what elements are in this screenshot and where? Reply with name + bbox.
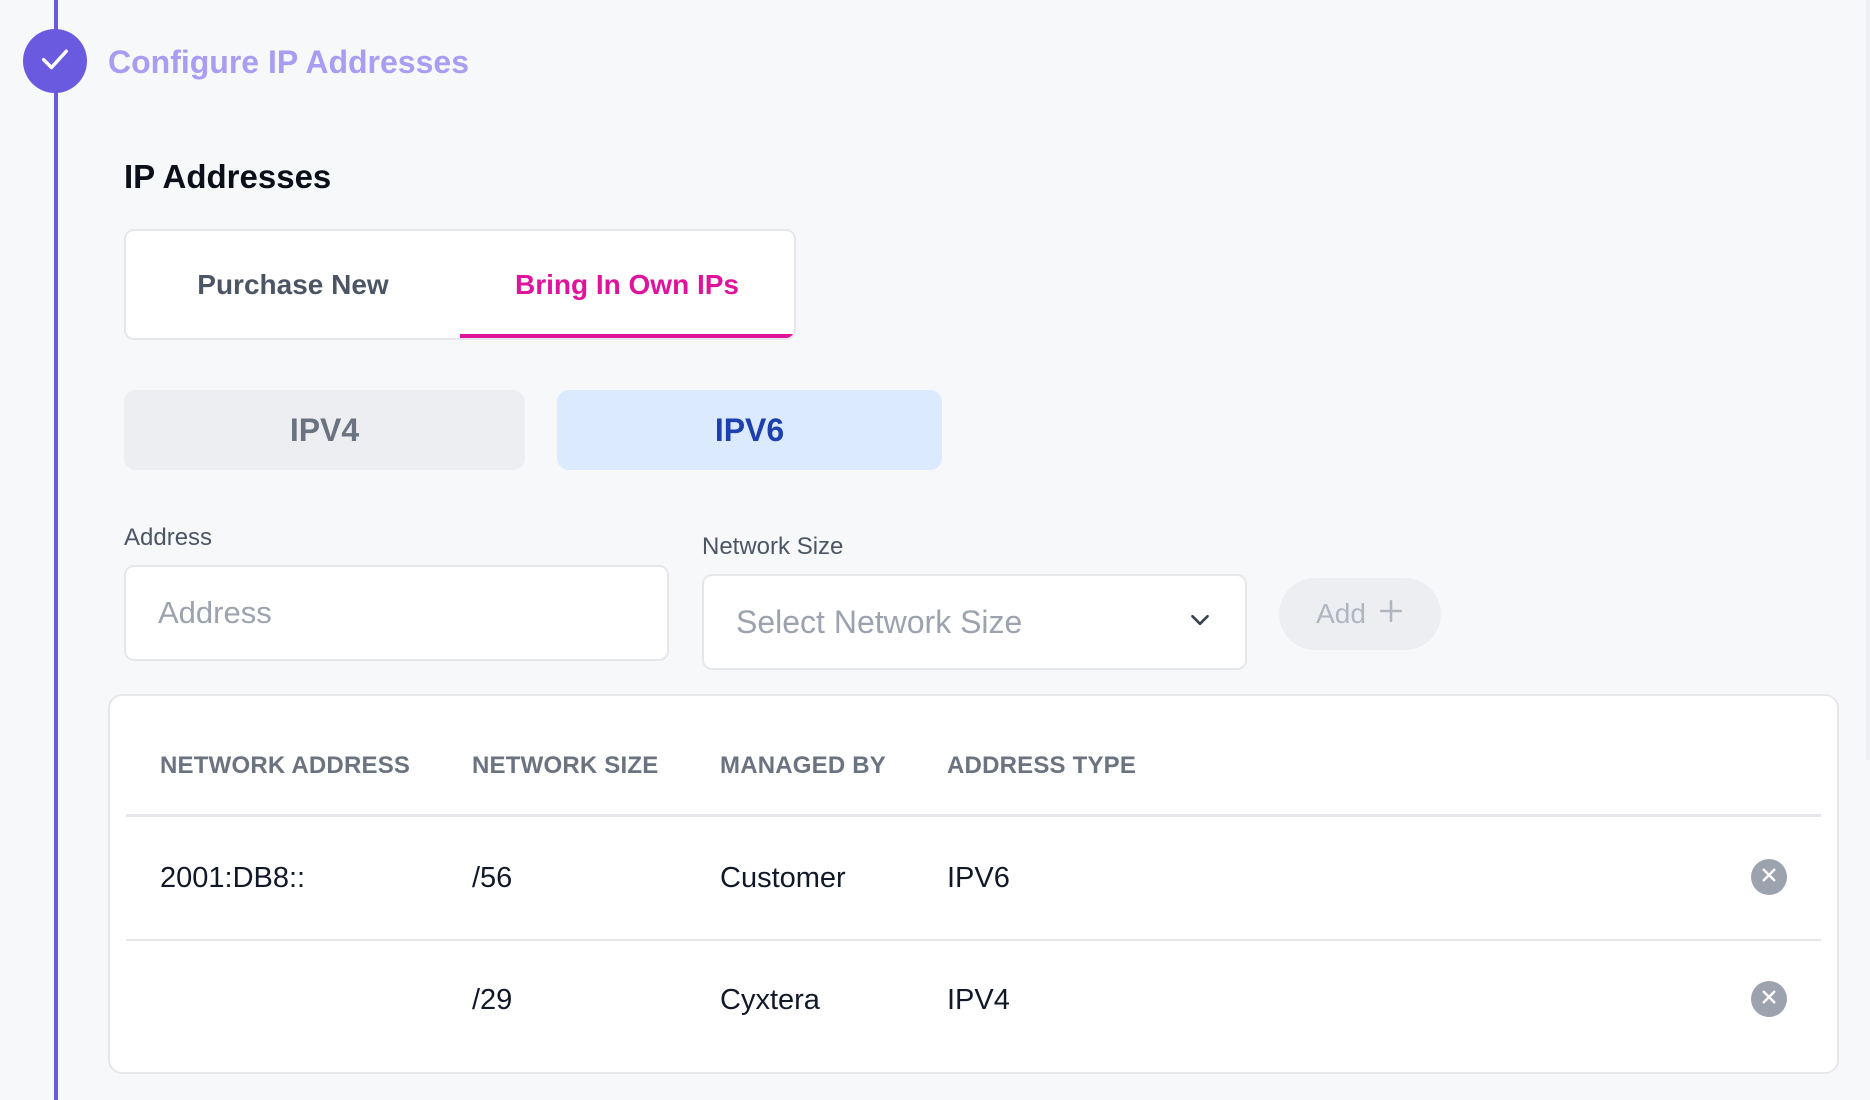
header-managed-by: MANAGED BY [720, 752, 887, 779]
cell-address-type: IPV6 [947, 861, 1010, 894]
chevron-down-icon [1187, 607, 1213, 638]
add-button-label: Add [1316, 598, 1366, 629]
tab-bring-in-own-ips[interactable]: Bring In Own IPs [460, 231, 794, 338]
network-size-select[interactable]: Select Network Size [702, 574, 1247, 670]
tab-purchase-new[interactable]: Purchase New [126, 231, 460, 338]
check-icon [38, 42, 72, 81]
close-icon [1760, 866, 1778, 889]
cell-managed-by: Customer [720, 861, 846, 894]
step-complete-indicator [23, 29, 87, 93]
ipv6-toggle-button[interactable]: IPV6 [557, 390, 942, 470]
network-size-placeholder: Select Network Size [736, 603, 1023, 640]
ipv4-toggle-button[interactable]: IPV4 [124, 390, 525, 470]
cell-managed-by: Cyxtera [720, 983, 820, 1016]
table-row: 2001:DB8:: /56 Customer IPV6 [126, 817, 1821, 941]
cell-network-size: /29 [472, 983, 513, 1016]
scrollbar-track[interactable] [1866, 0, 1870, 760]
plus-icon [1378, 598, 1404, 631]
ip-source-tabs: Purchase New Bring In Own IPs [124, 229, 796, 340]
cell-network-address: 2001:DB8:: [160, 861, 306, 894]
address-input[interactable] [124, 565, 669, 661]
header-address-type: ADDRESS TYPE [947, 752, 1137, 779]
address-label: Address [124, 524, 213, 551]
network-size-label: Network Size [702, 533, 844, 560]
remove-row-button[interactable] [1751, 859, 1787, 895]
ip-address-table: NETWORK ADDRESS NETWORK SIZE MANAGED BY … [108, 694, 1839, 1074]
add-button[interactable]: Add [1279, 578, 1441, 650]
remove-row-button[interactable] [1751, 981, 1787, 1017]
cell-network-size: /56 [472, 861, 513, 894]
header-network-size: NETWORK SIZE [472, 752, 659, 779]
header-network-address: NETWORK ADDRESS [160, 752, 411, 779]
section-title: IP Addresses [124, 158, 332, 195]
step-title[interactable]: Configure IP Addresses [108, 44, 469, 81]
table-row: /29 Cyxtera IPV4 [126, 939, 1821, 1061]
close-icon [1760, 988, 1778, 1011]
stepper-line [54, 0, 58, 1100]
cell-address-type: IPV4 [947, 983, 1010, 1016]
